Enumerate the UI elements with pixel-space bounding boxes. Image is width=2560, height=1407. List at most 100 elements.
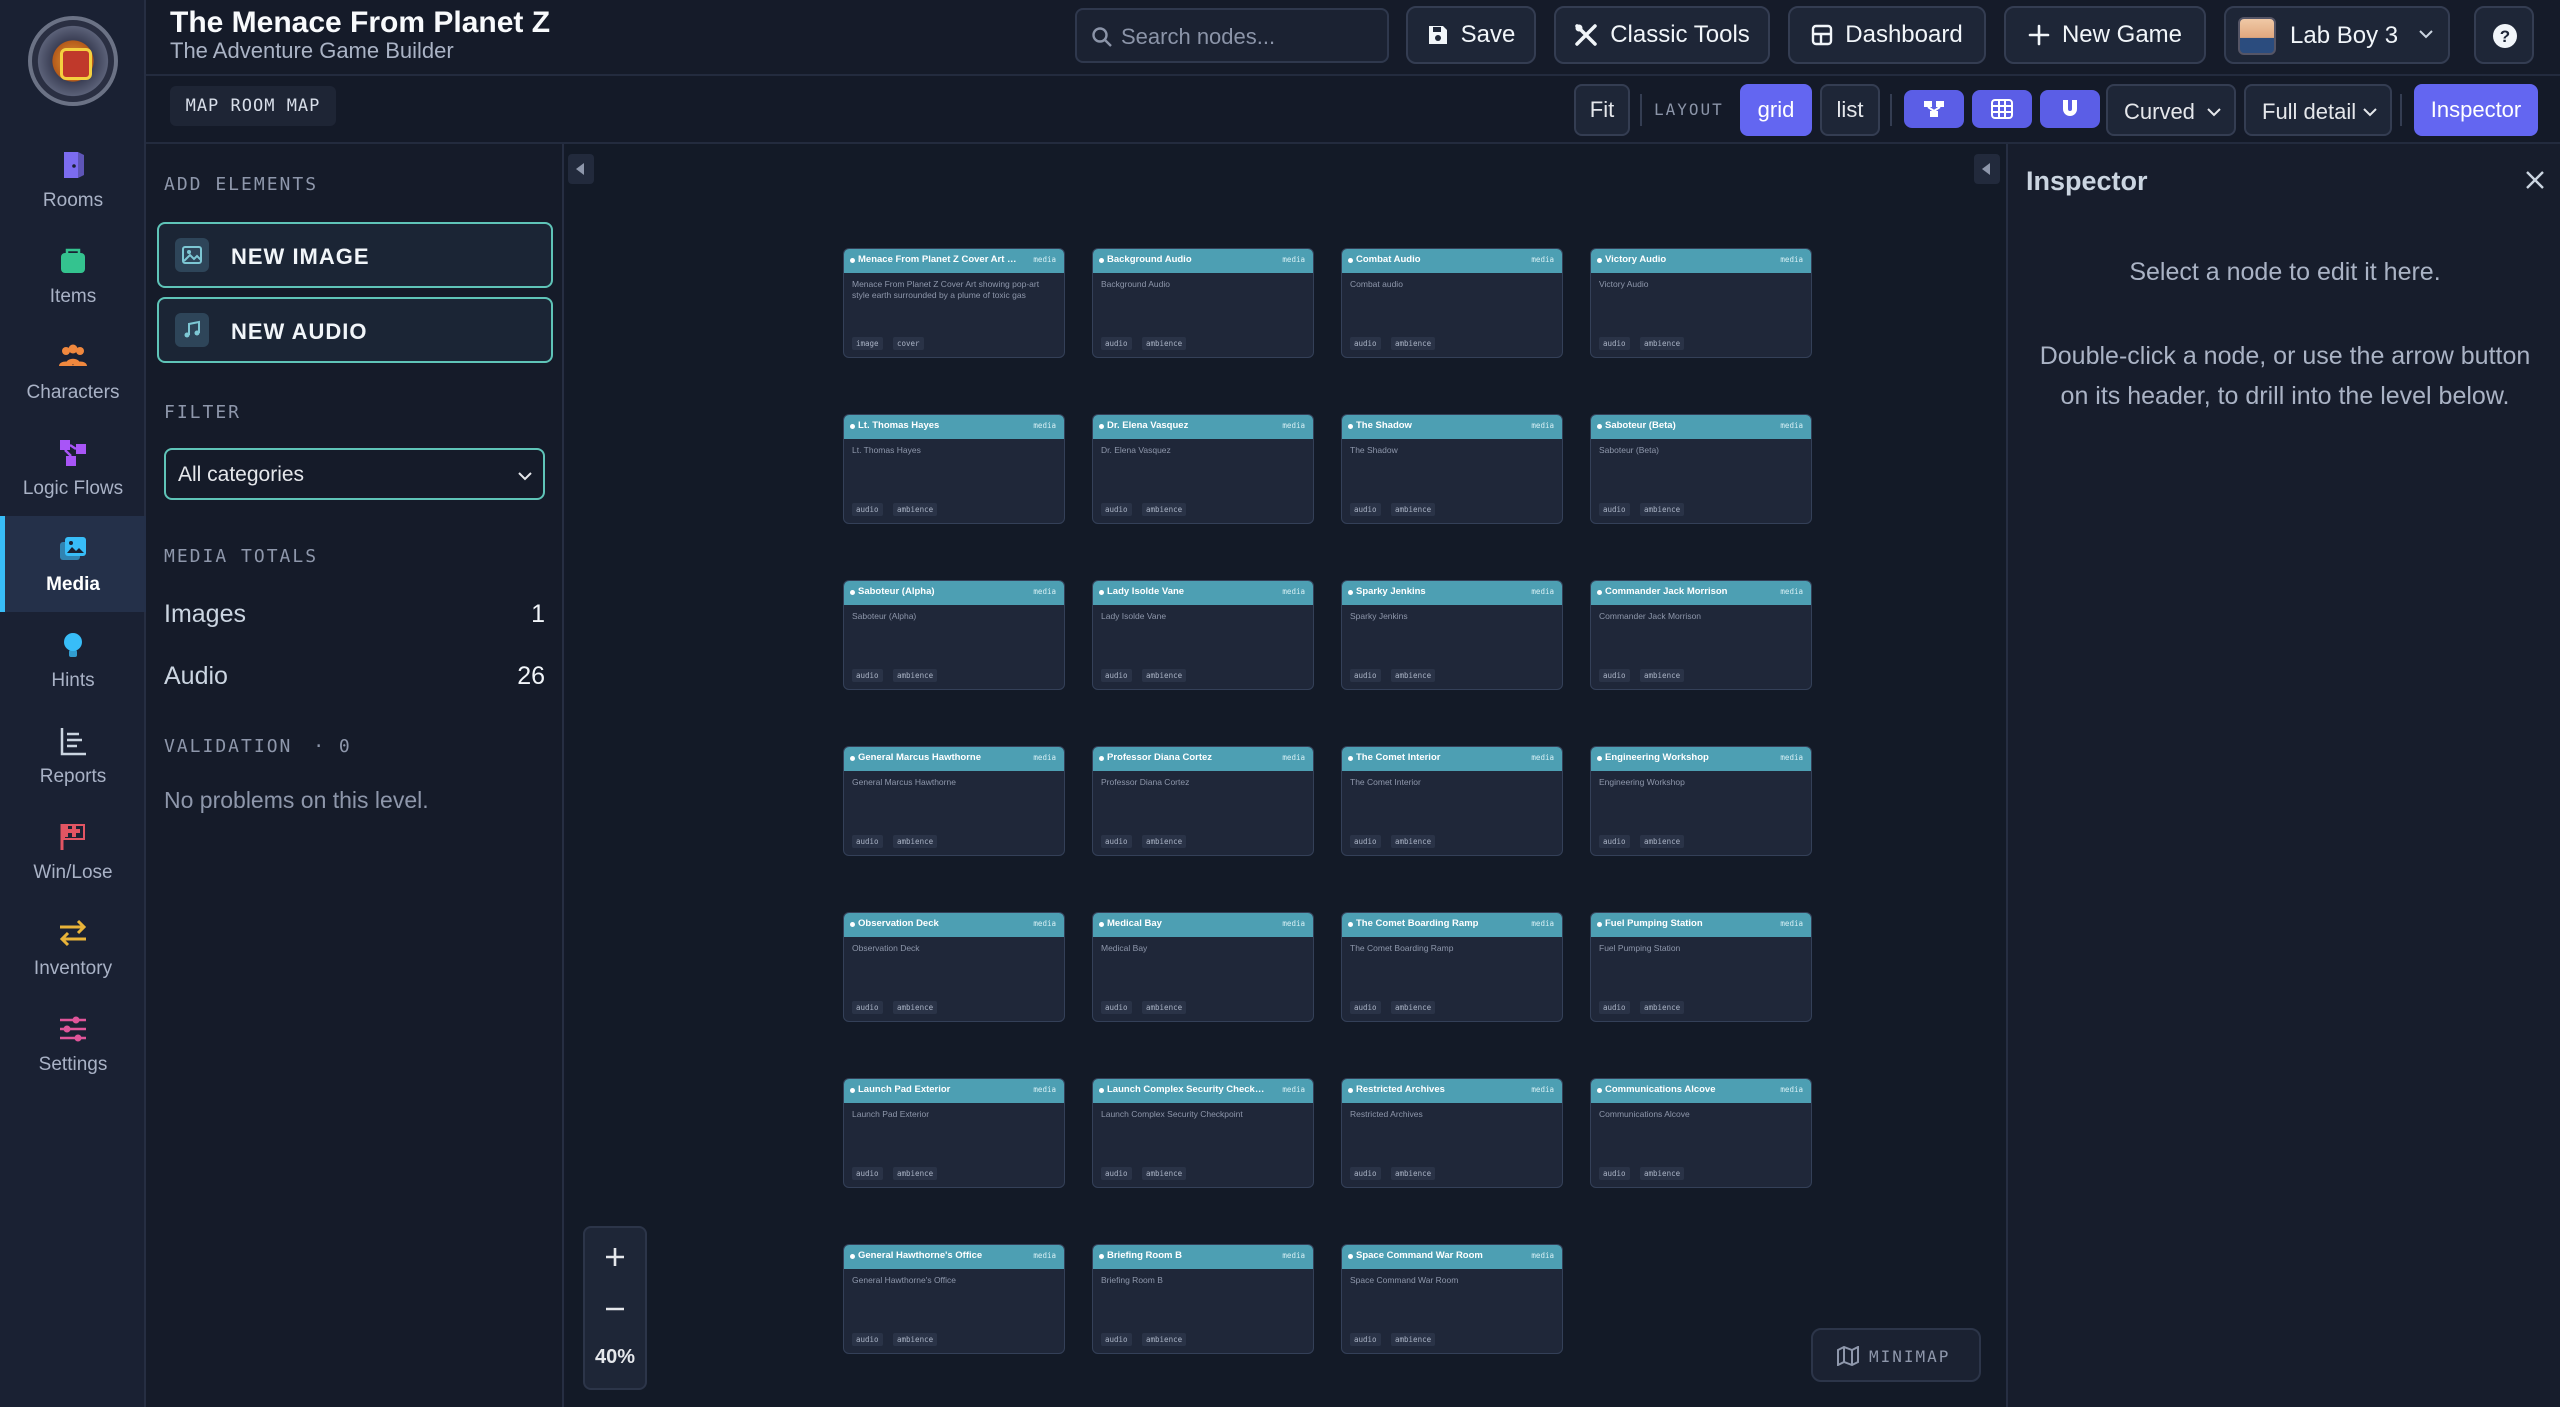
media-node[interactable]: The Comet Interior media The Comet Interio… [1341,746,1563,856]
node-header[interactable]: Background Audio media [1093,249,1313,273]
media-node[interactable]: Commander Jack Morrison media Commander Ja… [1590,580,1812,690]
close-icon[interactable] [2525,170,2545,190]
node-tag: audio [1599,1167,1630,1180]
node-header[interactable]: Victory Audio media [1591,249,1811,273]
new-image-button[interactable]: NEW IMAGE [157,222,553,288]
user-menu-button[interactable]: Lab Boy 3 [2224,6,2450,64]
node-header[interactable]: General Hawthorne's Office media [844,1245,1064,1269]
node-header[interactable]: General Marcus Hawthorne media [844,747,1064,771]
nav-item-characters[interactable]: Characters [0,324,146,420]
zoom-in-button[interactable] [585,1232,645,1282]
media-node[interactable]: Dr. Elena Vasquez media Dr. Elena Vasquez a… [1092,414,1314,524]
nav-item-items[interactable]: Items [0,228,146,324]
node-header[interactable]: Fuel Pumping Station media [1591,913,1811,937]
media-node[interactable]: Observation Deck media Observation Deck aud… [843,912,1065,1022]
new-audio-button[interactable]: NEW AUDIO [157,297,553,363]
detail-level-select[interactable]: Full detail [2244,84,2392,136]
nav-item-win-lose[interactable]: Win/Lose [0,804,146,900]
media-node[interactable]: Professor Diana Cortez media Professor Dia… [1092,746,1314,856]
node-header[interactable]: Menace From Planet Z Cover Art sh... medi… [844,249,1064,273]
nav-item-media[interactable]: Media [0,516,146,612]
node-header[interactable]: The Comet Boarding Ramp media [1342,913,1562,937]
tree-view-button[interactable] [1904,90,1964,128]
fit-button[interactable]: Fit [1574,84,1630,136]
dashboard-button[interactable]: Dashboard [1788,6,1986,64]
collapse-left-panel-button[interactable] [568,154,594,184]
media-node[interactable]: The Shadow media The Shadow audio ambience [1341,414,1563,524]
node-header[interactable]: The Comet Interior media [1342,747,1562,771]
node-header[interactable]: Commander Jack Morrison media [1591,581,1811,605]
node-tag: ambience [1640,1001,1685,1014]
media-node[interactable]: Fuel Pumping Station media Fuel Pumping St… [1590,912,1812,1022]
node-header[interactable]: Sparky Jenkins media [1342,581,1562,605]
media-node[interactable]: Menace From Planet Z Cover Art sh... medi… [843,248,1065,358]
save-button[interactable]: Save [1406,6,1536,64]
media-node[interactable]: Saboteur (Beta) media Saboteur (Beta) audio… [1590,414,1812,524]
node-header[interactable]: Launch Pad Exterior media [844,1079,1064,1103]
magnet-button[interactable] [2040,90,2100,128]
new-game-button[interactable]: New Game [2004,6,2206,64]
media-node[interactable]: Space Command War Room media Space Command… [1341,1244,1563,1354]
node-header[interactable]: Briefing Room B media [1093,1245,1313,1269]
media-node[interactable]: Lady Isolde Vane media Lady Isolde Vane aud… [1092,580,1314,690]
media-node[interactable]: General Marcus Hawthorne media General Mar… [843,746,1065,856]
app-logo[interactable] [28,16,118,106]
inspector-toggle-button[interactable]: Inspector [2414,84,2538,136]
node-header[interactable]: Lady Isolde Vane media [1093,581,1313,605]
search-box[interactable] [1075,8,1389,63]
media-node[interactable]: The Comet Boarding Ramp media The Comet Bo… [1341,912,1563,1022]
collapse-right-panel-button[interactable] [1974,154,2000,184]
node-header[interactable]: The Shadow media [1342,415,1562,439]
classic-tools-button[interactable]: Classic Tools [1554,6,1770,64]
node-header[interactable]: Professor Diana Cortez media [1093,747,1313,771]
node-header[interactable]: Observation Deck media [844,913,1064,937]
node-header[interactable]: Saboteur (Alpha) media [844,581,1064,605]
media-node[interactable]: Medical Bay media Medical Bay audio ambience [1092,912,1314,1022]
media-node[interactable]: Restricted Archives media Restricted Archi… [1341,1078,1563,1188]
node-header[interactable]: Saboteur (Beta) media [1591,415,1811,439]
node-header[interactable]: Medical Bay media [1093,913,1313,937]
node-header[interactable]: Lt. Thomas Hayes media [844,415,1064,439]
node-header[interactable]: Space Command War Room media [1342,1245,1562,1269]
layout-list-button[interactable]: list [1820,84,1880,136]
node-tag: audio [1350,1333,1381,1346]
media-node[interactable]: Background Audio media Background Audio aud… [1092,248,1314,358]
zoom-out-button[interactable] [585,1284,645,1334]
node-header[interactable]: Combat Audio media [1342,249,1562,273]
grid-snap-button[interactable] [1972,90,2032,128]
nav-item-inventory[interactable]: Inventory [0,900,146,996]
help-button[interactable]: ? [2474,6,2534,64]
node-description: Space Command War Room [1350,1275,1459,1285]
nav-item-rooms[interactable]: Rooms [0,132,146,228]
node-header[interactable]: Engineering Workshop media [1591,747,1811,771]
node-header[interactable]: Communications Alcove media [1591,1079,1811,1103]
media-node[interactable]: Sparky Jenkins media Sparky Jenkins audio am… [1341,580,1563,690]
media-node[interactable]: General Hawthorne's Office media General H… [843,1244,1065,1354]
nav-item-reports[interactable]: Reports [0,708,146,804]
node-header[interactable]: Launch Complex Security Checkpoint media [1093,1079,1313,1103]
nav-item-settings[interactable]: Settings [0,996,146,1092]
category-filter-select[interactable]: All categories [164,448,545,500]
media-node[interactable]: Briefing Room B media Briefing Room B audio… [1092,1244,1314,1354]
node-tag: audio [852,1333,883,1346]
app-title: The Menace From Planet Z [170,6,551,39]
layout-grid-button[interactable]: grid [1740,84,1812,136]
media-node[interactable]: Victory Audio media Victory Audio audio ambi… [1590,248,1812,358]
search-input[interactable] [1121,22,1381,52]
media-node[interactable]: Launch Pad Exterior media Launch Pad Exter… [843,1078,1065,1188]
node-header[interactable]: Restricted Archives media [1342,1079,1562,1103]
media-node[interactable]: Saboteur (Alpha) media Saboteur (Alpha) aud… [843,580,1065,690]
minimap-toggle-button[interactable]: MINIMAP [1811,1328,1981,1382]
media-node[interactable]: Combat Audio media Combat audio audio ambien… [1341,248,1563,358]
nav-item-logic-flows[interactable]: Logic Flows [0,420,146,516]
edge-style-select[interactable]: Curved [2106,84,2236,136]
media-node[interactable]: Launch Complex Security Checkpoint media L… [1092,1078,1314,1188]
node-tag: audio [1599,835,1630,848]
nav-item-hints[interactable]: Hints [0,612,146,708]
map-canvas[interactable]: Menace From Planet Z Cover Art sh... medi… [566,144,2006,1407]
media-node[interactable]: Communications Alcove media Communications… [1590,1078,1812,1188]
media-node[interactable]: Lt. Thomas Hayes media Lt. Thomas Hayes aud… [843,414,1065,524]
divider [1890,94,1892,126]
media-node[interactable]: Engineering Workshop media Engineering Wor… [1590,746,1812,856]
node-header[interactable]: Dr. Elena Vasquez media [1093,415,1313,439]
